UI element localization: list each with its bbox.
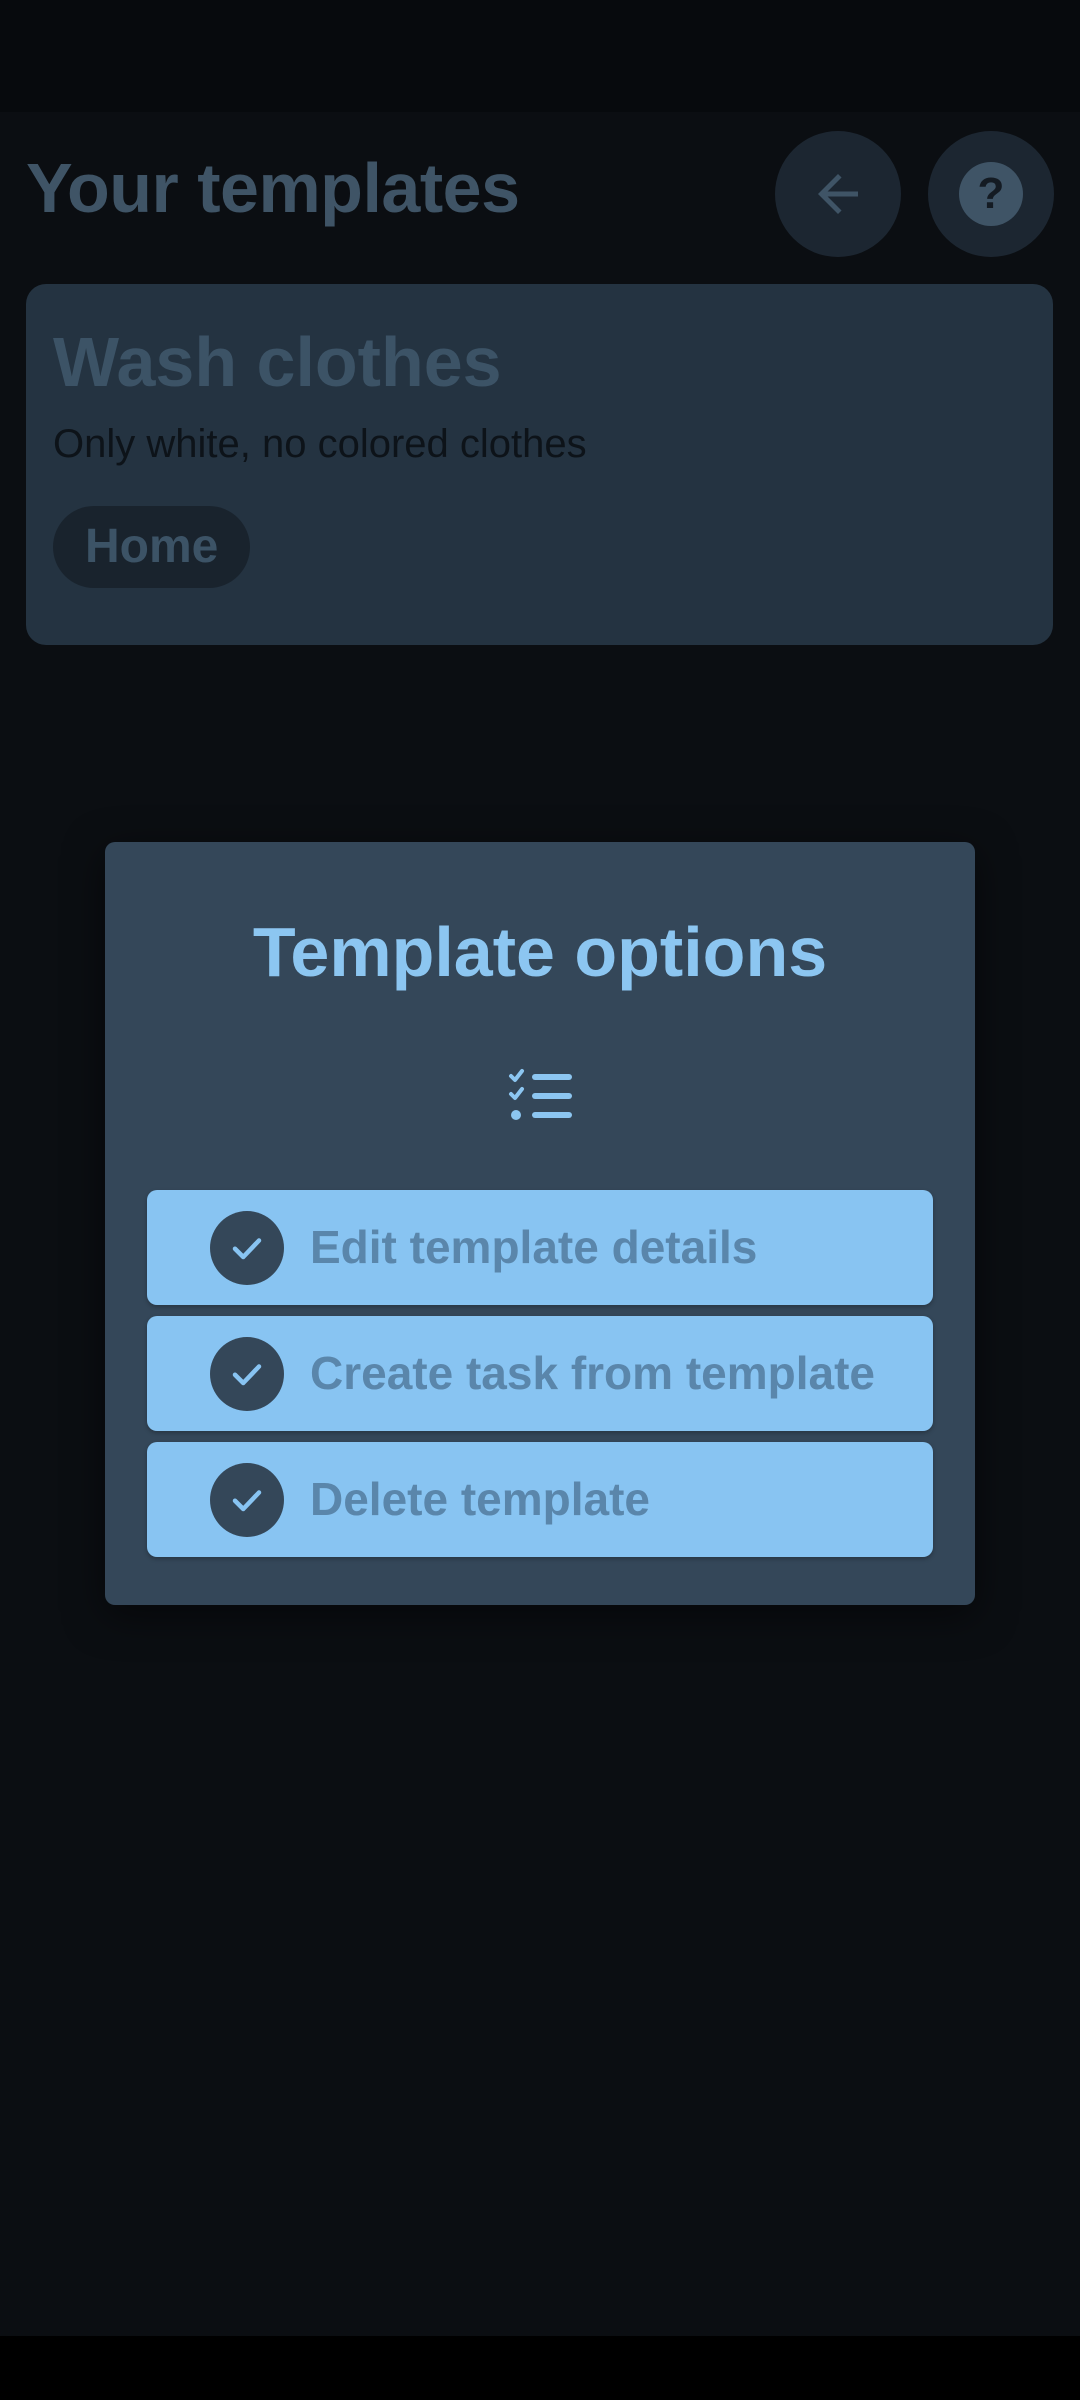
system-nav-bar (0, 2336, 1080, 2400)
back-button[interactable] (775, 131, 901, 257)
template-card[interactable]: Wash clothes Only white, no colored clot… (26, 284, 1053, 645)
template-description: Only white, no colored clothes (53, 422, 587, 466)
help-button[interactable]: ? (928, 131, 1054, 257)
check-circle-icon (210, 1337, 284, 1411)
option-label: Edit template details (310, 1221, 758, 1273)
page-title: Your templates (26, 149, 520, 227)
help-glyph: ? (977, 169, 1005, 218)
option-label: Create task from template (310, 1347, 875, 1399)
arrow-left-icon (818, 174, 858, 214)
template-tag-chip: Home (53, 506, 251, 588)
template-title: Wash clothes (53, 323, 502, 401)
check-circle-icon (210, 1463, 284, 1537)
checklist-icon (509, 1069, 572, 1120)
template-options-dialog: Template options Edit template details C… (105, 842, 975, 1605)
dialog-title: Template options (252, 913, 828, 991)
check-circle-icon (210, 1211, 284, 1285)
create-task-from-template-button[interactable]: Create task from template (147, 1316, 933, 1431)
option-label: Delete template (310, 1473, 651, 1525)
status-bar (0, 0, 1080, 112)
help-icon: ? (959, 162, 1023, 226)
delete-template-button[interactable]: Delete template (147, 1442, 933, 1557)
edit-template-button[interactable]: Edit template details (147, 1190, 933, 1305)
